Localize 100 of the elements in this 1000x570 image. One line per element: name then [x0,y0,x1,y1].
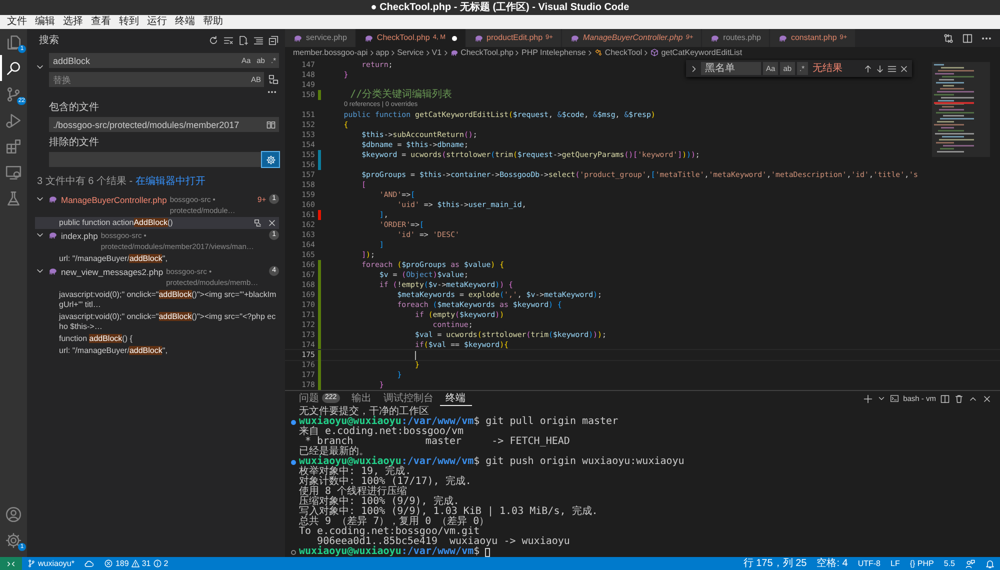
warning-icon [130,559,140,568]
code-line: //分类关键词编辑列表 [349,90,452,100]
match-text: function addBlock() { [59,334,134,344]
exclude-settings-button[interactable] [262,152,279,167]
account-icon[interactable] [5,506,22,522]
collapse-all-icon[interactable] [268,34,279,46]
settings-icon[interactable] [5,532,22,548]
arrow-down-icon[interactable] [875,64,885,74]
field-label: 包含的文件 [49,100,100,115]
close-icon[interactable] [982,394,992,404]
compare-icon[interactable] [943,32,954,44]
run-debug-icon[interactable] [5,112,22,128]
search-result[interactable]: url: "/manageBuyer/addBlock", [35,345,279,357]
menu-item[interactable]: 选择 [59,15,87,29]
list-icon[interactable] [887,64,897,74]
editor-tab[interactable]: service.php [285,29,356,47]
menu-item[interactable]: 运行 [143,15,171,29]
terminal-line: 写入对象中: 100% (9/9), 1.03 KiB | 1.03 MiB/s, 完成. [299,507,598,517]
menu-item[interactable]: 终端 [171,15,199,29]
minimap-drawing[interactable] [932,62,990,157]
file-icon [364,33,374,43]
terminal-line: 906eea0d1..85bc5e419 wuxiaoyu -> wuxiaoyu [317,537,570,547]
terminal-line: * branch master -> FETCH_HEAD [305,437,570,447]
problems-status[interactable]: 189 31 2 [99,557,174,570]
breadcrumb-item[interactable]: app [376,46,390,58]
terminal-line: 无文件要提交，干净的工作区 [299,407,429,417]
terminal-line: wuxiaoyu@wuxiaoyu:/var/www/vm$ git pull origin master [299,417,618,427]
file-icon [450,48,459,57]
file-icon [778,33,788,43]
breadcrumb-item[interactable]: member.bossgoo-api [293,46,368,58]
window-title: ● CheckTool.php - 无标题 (工作区) - Visual Studio Code [0,0,1000,15]
breadcrumb-item[interactable]: getCatKeywordEditList [650,46,742,58]
cursor-position[interactable]: 行 175，列 25 [738,557,812,570]
branch-status[interactable]: wuxiaoyu* [22,557,80,570]
language-status[interactable]: {} PHP [904,557,939,570]
exclude-field[interactable] [49,152,262,167]
replace-all-icon[interactable] [268,74,279,85]
indentation-status[interactable]: 空格: 4 [812,557,853,570]
gear-icon [266,154,276,164]
menu-item[interactable]: 编辑 [31,15,59,29]
extensions-icon[interactable] [5,138,22,154]
refresh-icon[interactable] [208,34,219,46]
encoding-status[interactable]: UTF-8 [852,557,886,570]
new-file-icon[interactable] [238,34,249,46]
monitor-icon[interactable] [5,164,22,180]
error-icon [104,559,114,568]
search-result[interactable]: javascript:void(0);" onclick="addBlock()"><img src="'+blackImgUrl+'" titl… [35,289,279,311]
panel-tab[interactable]: 调试控制台 [378,391,440,406]
remote-button[interactable] [0,557,22,570]
chevron-icon[interactable] [877,394,886,403]
search-result[interactable]: javascript:void(0);" onclick="addBlock()"><img src="<?php echo $this->… [35,311,279,333]
terminal-line: To e.coding.net:bossgoo/vm.git [299,527,480,537]
panel-tab[interactable]: 输出 [346,391,378,406]
search-icon[interactable] [5,60,22,76]
search-result[interactable]: public function actionAddBlock() [35,217,279,229]
breadcrumb-item[interactable]: V1 [432,46,442,58]
menu-item[interactable]: 查看 [87,15,115,29]
files-icon[interactable] [5,34,22,50]
cloud-icon [84,558,94,568]
branch-icon [27,559,36,568]
close-icon[interactable] [899,64,909,74]
file-icon [570,33,580,43]
menu-item[interactable]: 文件 [3,15,31,29]
terminal-line: 总共 9 （差异 7），复用 0 （差异 0） [299,517,490,527]
breadcrumb-item[interactable]: PHP Intelephense [521,46,586,58]
add-terminal-icon[interactable] [863,394,874,404]
breadcrumb-item[interactable]: Service [397,46,424,58]
open-in-editor-link[interactable]: 在编辑器中打开 [135,176,206,187]
text-cursor [415,350,416,360]
bell-icon [985,558,995,568]
menu-item[interactable]: 帮助 [199,15,227,29]
replace-field[interactable]: 替换 [49,72,248,87]
flask-icon[interactable] [5,190,22,206]
search-result[interactable]: function addBlock() { [35,333,279,345]
terminal-line: wuxiaoyu@wuxiaoyu:/var/www/vm$ git push origin wuxiaoyu:wuxiaoyu [299,457,684,467]
find-result: 无结果 [812,62,843,76]
panel-tab[interactable]: 终端 [440,391,472,406]
split-terminal-icon[interactable] [940,394,950,404]
replace-icon[interactable] [253,218,263,228]
search-result[interactable]: url: "/manageBuyer/addBlock", [35,253,279,265]
split-editor-icon[interactable] [962,32,973,44]
find-field[interactable]: 黑名单 [701,62,761,75]
arrow-up-icon[interactable] [863,64,873,74]
close-icon[interactable] [267,218,277,228]
trash-icon[interactable] [954,394,964,404]
match-text: public function actionAddBlock() [59,218,174,228]
version-status[interactable]: 5.5 [938,557,960,570]
eol-status[interactable]: LF [886,557,905,570]
open-editors-button[interactable] [262,117,279,132]
list-view-icon[interactable] [253,34,264,46]
terminal-line: 来自 e.coding.net:bossgoo/vm [299,427,464,437]
match-text: javascript:void(0);" onclick="addBlock()"><img src="<?php echo $this->… [59,312,277,332]
book-icon [266,120,276,130]
menu-item[interactable]: 转到 [115,15,143,29]
search-field[interactable]: addBlock [49,53,238,68]
include-field[interactable]: ./bossgoo-src/protected/modules/member2017 [49,117,262,132]
clear-results-icon[interactable] [223,34,234,46]
breadcrumb-item[interactable]: CheckTool.php [450,46,514,58]
editor-tab[interactable]: routes.php [702,29,770,47]
breadcrumb-item[interactable]: CheckTool [594,46,642,58]
